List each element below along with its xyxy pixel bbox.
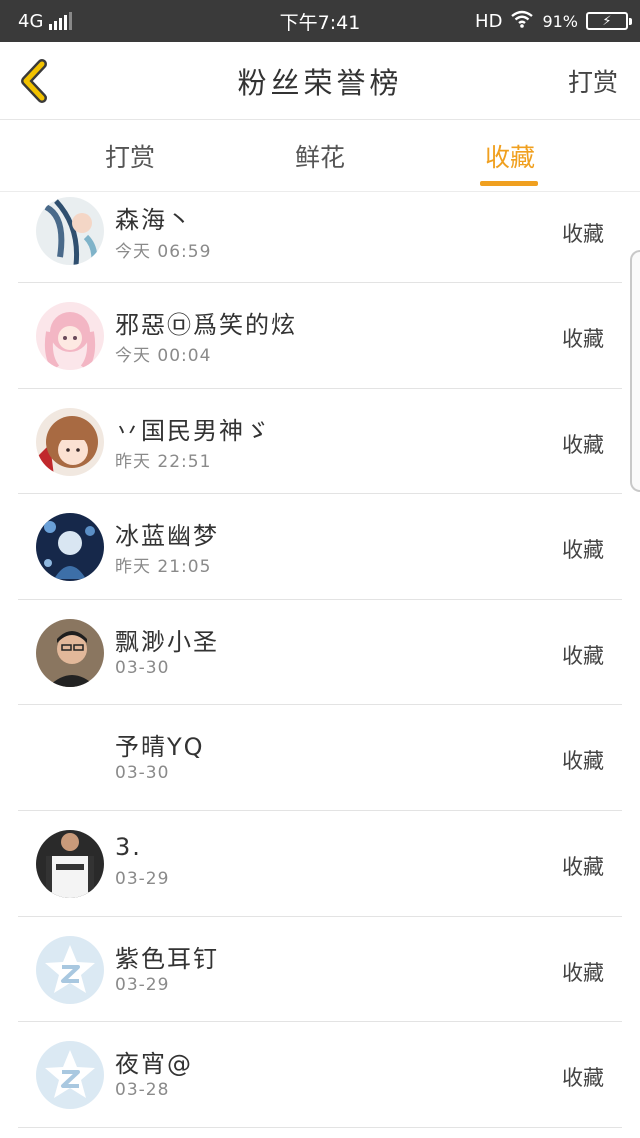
list-item[interactable]: 夜宵@ 03-28 收藏: [18, 1022, 622, 1128]
hd-label: HD: [475, 10, 503, 32]
reward-button[interactable]: 打赏: [568, 42, 618, 120]
battery-icon: ⚡: [586, 12, 632, 30]
list-item[interactable]: 3. 03-29 收藏: [18, 811, 622, 917]
action-label: 收藏: [562, 749, 604, 774]
time-label: 昨天 22:51: [115, 451, 212, 472]
fan-list: 森海丶 今天 06:59 收藏 邪惡㉤爲笑的炫 今天 00:04 收藏 丷国民男…: [0, 192, 640, 1128]
action-label: 收藏: [562, 432, 604, 457]
list-item[interactable]: 冰蓝幽梦 昨天 21:05 收藏: [18, 494, 622, 600]
tab-flowers[interactable]: 鲜花: [260, 120, 380, 192]
header-bar: 粉丝荣誉榜 打赏: [0, 42, 640, 120]
list-item[interactable]: 紫色耳钉 03-29 收藏: [18, 917, 622, 1023]
avatar[interactable]: [36, 302, 104, 370]
page-title: 粉丝荣誉榜: [237, 66, 403, 100]
avatar[interactable]: [36, 197, 104, 265]
battery-percent: 91%: [542, 11, 578, 31]
user-name: 夜宵@: [115, 1050, 193, 1079]
time-label: 昨天 21:05: [115, 557, 212, 578]
time-label: 03-29: [115, 868, 170, 889]
avatar[interactable]: [36, 1041, 104, 1110]
time-label: 今天 00:04: [115, 346, 212, 366]
time-label: 今天 06:59: [115, 242, 212, 262]
user-name: 丷国民男神ゞ: [115, 416, 271, 445]
scroll-handle[interactable]: [630, 250, 640, 492]
list-item[interactable]: 予晴YQ 03-30 收藏: [18, 705, 622, 811]
user-name: 予晴YQ: [115, 733, 205, 762]
avatar[interactable]: [36, 724, 104, 792]
time-label: 03-28: [115, 1080, 170, 1101]
action-label: 收藏: [562, 854, 604, 879]
list-item[interactable]: 邪惡㉤爲笑的炫 今天 00:04 收藏: [18, 283, 622, 389]
time-label: 03-30: [115, 657, 170, 678]
action-label: 收藏: [562, 327, 604, 351]
status-right: HD 91% ⚡: [475, 0, 632, 42]
action-label: 收藏: [562, 1066, 604, 1091]
user-name: 飘渺小圣: [115, 627, 219, 656]
avatar[interactable]: [36, 618, 104, 687]
action-label: 收藏: [562, 643, 604, 668]
list-item[interactable]: 森海丶 今天 06:59 收藏: [18, 192, 622, 283]
action-label: 收藏: [562, 538, 604, 563]
status-bar: 4G 下午7:41 HD 91% ⚡: [0, 0, 640, 42]
user-name: 3.: [115, 832, 142, 861]
time-label: 03-29: [115, 974, 170, 995]
wifi-icon: [510, 10, 534, 33]
action-label: 收藏: [562, 960, 604, 985]
user-name: 紫色耳钉: [115, 944, 219, 973]
user-name: 森海丶: [115, 206, 193, 234]
avatar[interactable]: [36, 935, 104, 1004]
list-item[interactable]: 飘渺小圣 03-30 收藏: [18, 600, 622, 706]
tab-bar: 打赏 鲜花 收藏: [0, 120, 640, 192]
avatar[interactable]: [36, 513, 104, 582]
avatar[interactable]: [36, 407, 104, 476]
list-item[interactable]: 丷国民男神ゞ 昨天 22:51 收藏: [18, 389, 622, 495]
avatar[interactable]: [36, 829, 104, 898]
time-label: 03-30: [115, 763, 170, 784]
user-name: 冰蓝幽梦: [115, 522, 219, 551]
active-tab-indicator: [480, 181, 538, 186]
action-label: 收藏: [562, 222, 604, 246]
user-name: 邪惡㉤爲笑的炫: [115, 311, 297, 339]
tab-reward[interactable]: 打赏: [70, 120, 190, 192]
